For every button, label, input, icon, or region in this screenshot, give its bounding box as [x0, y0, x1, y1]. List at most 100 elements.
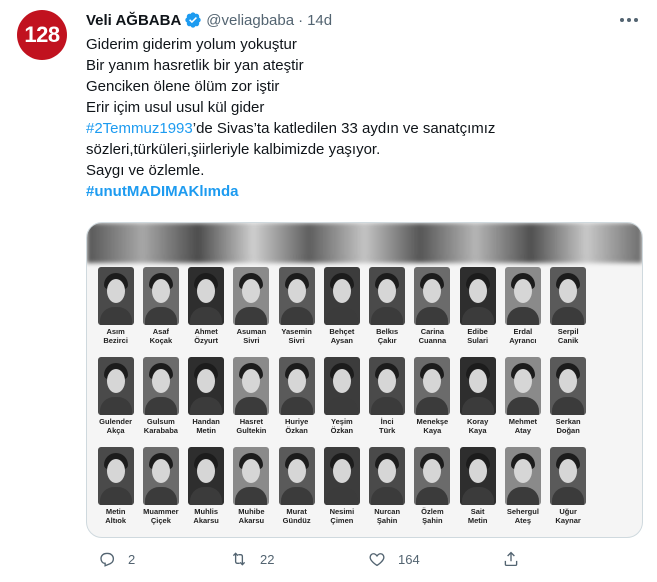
reply-button[interactable]: 2 — [98, 550, 135, 568]
portrait-card: Muammer Çiçek — [140, 447, 181, 535]
first-name: Sait — [470, 507, 485, 516]
display-name[interactable]: Veli AĞBABA — [86, 12, 181, 29]
portrait-name: Hasret Gultekin — [236, 417, 266, 435]
first-name: Nesimi — [329, 507, 355, 516]
hashtag-link[interactable]: #unutMADIMAKlımda — [86, 181, 636, 202]
last-name: Koçak — [149, 336, 173, 345]
first-name: Muammer — [143, 507, 179, 516]
portrait-name: Ahmet Özyurt — [194, 327, 218, 345]
text-line: sözleri,türküleri,şiirleriyle kalbimizde… — [86, 141, 381, 158]
text-line: #2Temmuz1993’de Sivas’ta katledilen 33 a… — [86, 118, 636, 139]
portrait-name: Sait Metin — [468, 507, 488, 525]
first-name: Muhibe — [238, 507, 265, 516]
portrait-photo — [369, 267, 406, 325]
avatar[interactable]: 128 — [17, 10, 67, 60]
separator-dot: · — [298, 11, 304, 29]
portrait-card: İnci Türk — [367, 357, 408, 445]
portrait-name: Carina Cuanna — [419, 327, 447, 345]
portrait-name: Erdal Ayrancı — [509, 327, 536, 345]
share-button[interactable] — [502, 550, 520, 568]
portrait-name: Muhibe Akarsu — [238, 507, 264, 525]
portrait-card: Erdal Ayrancı — [502, 267, 543, 355]
portrait-card: Nurcan Şahin — [367, 447, 408, 535]
portrait-photo — [233, 357, 270, 415]
portrait-photo — [550, 267, 587, 325]
first-name: Yeşim — [331, 417, 353, 426]
portrait-name: Uğur Kaynar — [555, 507, 580, 525]
portrait-name: Özlem Şahin — [421, 507, 444, 525]
retweet-icon — [232, 552, 246, 566]
last-name: Sivri — [288, 336, 305, 345]
tweet-text: Giderim giderim yolum yokuştur Bir yanım… — [86, 34, 636, 202]
first-name: Muhlis — [194, 507, 218, 516]
last-name: Metin — [196, 426, 216, 435]
first-name: Nurcan — [374, 507, 401, 516]
retweet-count: 22 — [260, 551, 275, 567]
handle[interactable]: @veliagbaba — [206, 12, 294, 29]
tweet[interactable]: 128 Veli AĞBABA @veliagbaba · 14d Gideri… — [0, 0, 657, 582]
portrait-card: Behçet Aysan — [321, 267, 362, 355]
like-button[interactable]: 164 — [368, 550, 420, 568]
last-name: Metin — [467, 516, 488, 525]
portrait-card: Muhlis Akarsu — [186, 447, 227, 535]
portrait-card: Serpil Canik — [548, 267, 589, 355]
portrait-name: Murat Gündüz — [283, 507, 311, 525]
portrait-photo — [323, 447, 360, 505]
last-name: Türk — [378, 426, 396, 435]
first-name: Uğur — [559, 507, 577, 516]
hashtag-link[interactable]: #2Temmuz1993 — [86, 120, 193, 137]
portrait-photo — [369, 357, 406, 415]
last-name: Kaya — [468, 426, 487, 435]
last-name: Akarsu — [193, 516, 219, 525]
portrait-name: Behçet Aysan — [329, 327, 354, 345]
tweet-media-image[interactable]: Asım Bezirci Asaf Koçak Ahmet Özyurt Asuman Siv… — [86, 222, 643, 538]
last-name: Akarsu — [238, 516, 265, 525]
first-name: Ahmet — [194, 327, 218, 336]
portrait-name: Serkan Doğan — [556, 417, 581, 435]
portrait-grid: Asım Bezirci Asaf Koçak Ahmet Özyurt Asuman Siv… — [95, 267, 634, 535]
text-line: Bir yanım hasretlik bir yan ateştir — [86, 57, 304, 74]
first-name: Carina — [420, 327, 445, 336]
portrait-card: Metin Altıok — [95, 447, 136, 535]
last-name: Ayrancı — [509, 336, 537, 345]
last-name: Akça — [106, 426, 125, 435]
tweet-actions: 2 22 164 — [86, 550, 643, 572]
share-icon — [504, 551, 518, 567]
last-name: Şahin — [376, 516, 398, 525]
portrait-photo — [142, 447, 179, 505]
portrait-name: Huriye Özkan — [285, 417, 308, 435]
portrait-name: Serpil Canik — [558, 327, 579, 345]
portrait-photo — [414, 267, 451, 325]
portrait-name: Yeşim Özkan — [331, 417, 354, 435]
first-name: Asım — [106, 327, 125, 336]
timestamp[interactable]: 14d — [307, 12, 332, 29]
portrait-name: Muammer Çiçek — [143, 507, 178, 525]
first-name: İnci — [380, 417, 394, 426]
text-fragment: ’de Sivas’ta katledilen 33 aydın ve sana… — [192, 120, 496, 137]
portrait-card: Sehergul Ateş — [502, 447, 543, 535]
portrait-card: Koray Kaya — [457, 357, 498, 445]
last-name: Çiçek — [150, 516, 171, 525]
last-name: Çimen — [330, 516, 354, 525]
portrait-card: Gulsum Karababa — [140, 357, 181, 445]
more-options-icon[interactable] — [618, 11, 640, 29]
portrait-card: Edibe Sulari — [457, 267, 498, 355]
verified-badge-icon — [184, 11, 202, 29]
last-name: Bezirci — [103, 336, 128, 345]
portrait-card: Yeşim Özkan — [321, 357, 362, 445]
portrait-photo — [323, 357, 360, 415]
portrait-card: Ahmet Özyurt — [186, 267, 227, 355]
portrait-card: Murat Gündüz — [276, 447, 317, 535]
portrait-name: Muhlis Akarsu — [193, 507, 218, 525]
portrait-card: Carina Cuanna — [412, 267, 453, 355]
first-name: Huriye — [284, 417, 309, 426]
portrait-photo — [459, 447, 496, 505]
portrait-name: Sehergul Ateş — [507, 507, 539, 525]
portrait-photo — [97, 267, 134, 325]
first-name: Hasret — [239, 417, 264, 426]
retweet-button[interactable]: 22 — [230, 550, 274, 568]
first-name: Serpil — [557, 327, 579, 336]
portrait-name: Yasemin Sivri — [281, 327, 311, 345]
portrait-card: Asım Bezirci — [95, 267, 136, 355]
portrait-card: Nesimi Çimen — [321, 447, 362, 535]
